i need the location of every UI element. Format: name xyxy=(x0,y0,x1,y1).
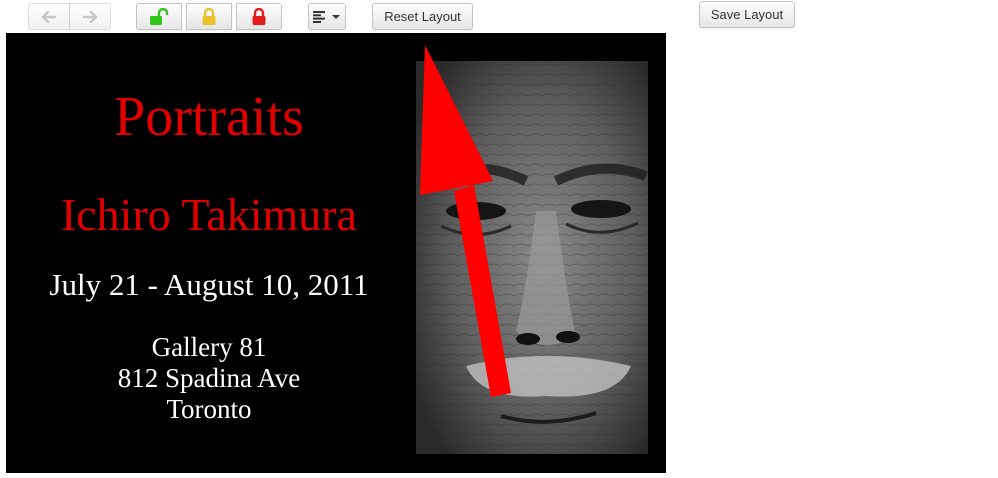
unlocked-padlock-icon xyxy=(150,7,169,25)
caret-down-icon xyxy=(332,14,340,19)
forward-button[interactable] xyxy=(69,3,111,30)
reset-layout-button[interactable]: Reset Layout xyxy=(372,3,473,30)
padlock-icon xyxy=(252,7,266,25)
arrow-right-icon xyxy=(82,10,98,23)
save-layout-button[interactable]: Save Layout xyxy=(699,1,795,28)
unlock-button[interactable] xyxy=(136,3,182,30)
align-dropdown-button[interactable] xyxy=(308,3,346,30)
red-arrow-annotation[interactable] xyxy=(6,33,666,473)
partial-lock-button[interactable] xyxy=(186,3,232,30)
align-left-icon xyxy=(313,10,325,23)
padlock-icon xyxy=(202,7,216,25)
back-button[interactable] xyxy=(28,3,70,30)
arrow-left-icon xyxy=(41,10,57,23)
lock-button[interactable] xyxy=(236,3,282,30)
poster-canvas[interactable]: Portraits Ichiro Takimura July 21 - Augu… xyxy=(6,33,666,473)
